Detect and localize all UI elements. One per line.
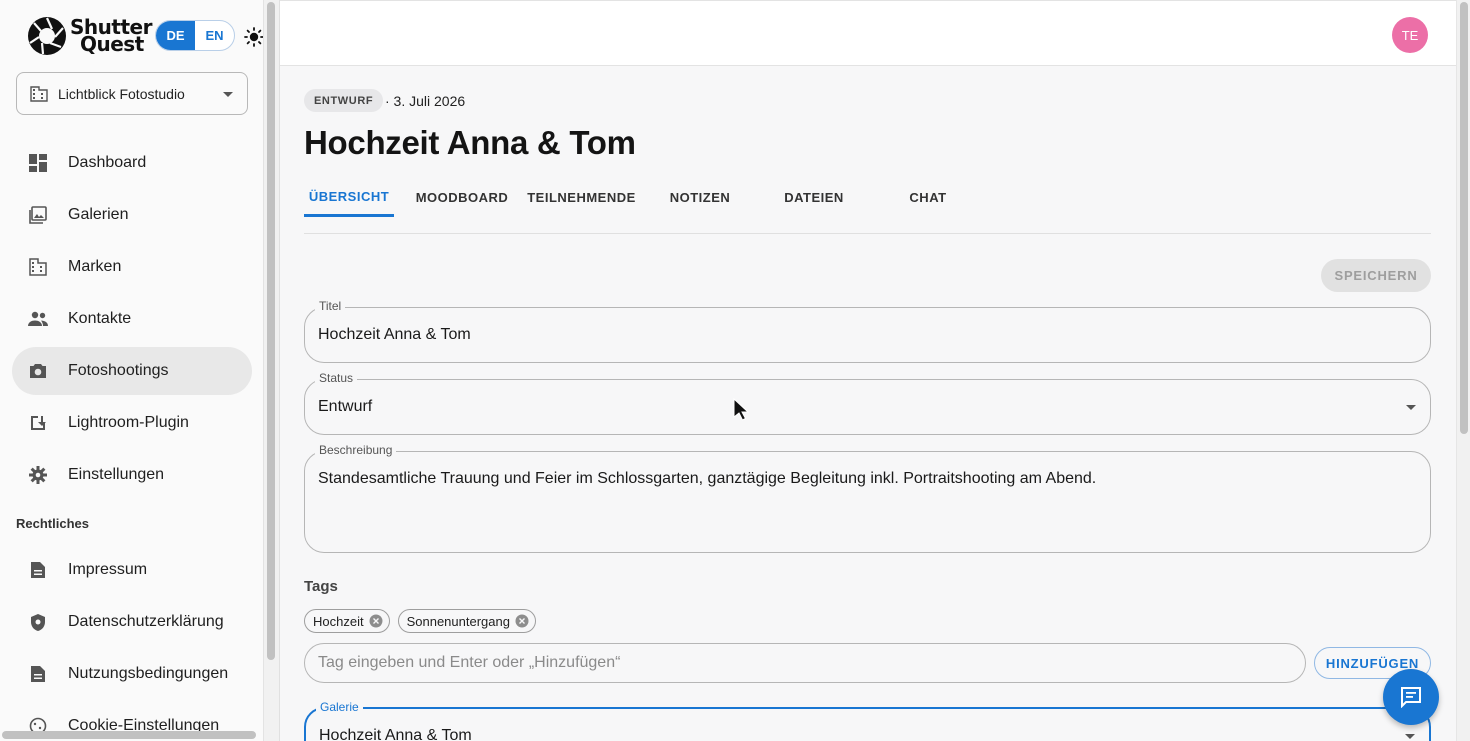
people-icon <box>28 309 48 329</box>
top-bar: TE <box>280 0 1456 66</box>
gear-icon <box>28 465 48 485</box>
logo-text: Shutter Quest <box>70 15 152 56</box>
gallery-select-label: Galerie <box>316 700 363 714</box>
sidebar-legal-nav: Impressum Datenschutzerklärung Nutzungsb… <box>12 546 252 741</box>
tab-dateien[interactable]: DATEIEN <box>768 178 860 217</box>
camera-icon <box>28 361 48 381</box>
tag-input[interactable]: Tag eingeben und Enter oder „Hinzufügen“ <box>304 643 1306 683</box>
studio-select-value: Lichtblick Fotostudio <box>58 85 185 102</box>
sidebar-item-label: Dashboard <box>68 154 147 171</box>
sidebar-item-label: Lightroom-Plugin <box>68 414 189 431</box>
main-content: ENTWURF · 3. Juli 2026 Hochzeit Anna & T… <box>304 66 1431 741</box>
sidebar-item-label: Marken <box>68 258 122 275</box>
document-icon <box>28 664 48 684</box>
shield-icon <box>28 612 48 632</box>
sidebar-item-nutzungsbedingungen[interactable]: Nutzungsbedingungen <box>12 650 252 698</box>
tab-bar: ÜBERSICHT MOODBOARD TEILNEHMENDE NOTIZEN… <box>304 178 1431 234</box>
description-field[interactable]: Beschreibung Standesamtliche Trauung und… <box>304 443 1431 553</box>
chevron-down-icon <box>1405 734 1415 739</box>
status-select-label: Status <box>315 371 358 385</box>
title-field-value: Hochzeit Anna & Tom <box>318 326 471 343</box>
status-select-value: Entwurf <box>318 398 373 415</box>
sidebar-scrollbar-horizontal[interactable] <box>2 731 256 739</box>
tag-chips: Hochzeit Sonnenuntergang <box>304 609 544 633</box>
gallery-select-value: Hochzeit Anna & Tom <box>319 727 472 741</box>
tab-teilnehmende[interactable]: TEILNEHMENDE <box>527 178 635 217</box>
title-field[interactable]: Titel Hochzeit Anna & Tom <box>304 299 1431 363</box>
document-icon <box>28 560 48 580</box>
sidebar: Shutter Quest DE EN Lichtblick Fotostudi… <box>0 0 264 741</box>
sidebar-item-label: Galerien <box>68 206 129 223</box>
sidebar-item-label: Fotoshootings <box>68 362 169 379</box>
avatar[interactable]: TE <box>1392 17 1428 53</box>
sidebar-item-marken[interactable]: Marken <box>12 243 252 291</box>
title-field-label: Titel <box>315 299 346 313</box>
page-title: Hochzeit Anna & Tom <box>304 124 636 161</box>
tab-chat[interactable]: CHAT <box>882 178 974 217</box>
building-icon <box>30 85 48 102</box>
shutter-logo-icon <box>28 17 66 55</box>
sidebar-item-label: Impressum <box>68 561 148 578</box>
tab-notizen[interactable]: NOTIZEN <box>654 178 746 217</box>
sidebar-item-impressum[interactable]: Impressum <box>12 546 252 594</box>
tag-chip-label: Hochzeit <box>313 613 364 629</box>
lang-en-button[interactable]: EN <box>195 21 234 50</box>
close-circle-icon[interactable] <box>369 614 383 628</box>
save-button[interactable]: SPEICHERN <box>1321 259 1431 292</box>
chat-icon <box>1401 687 1421 708</box>
sidebar-item-lightroom-plugin[interactable]: Lightroom-Plugin <box>12 399 252 447</box>
tab-uebersicht[interactable]: ÜBERSICHT <box>304 178 394 217</box>
close-circle-icon[interactable] <box>515 614 529 628</box>
page-scrollbar-thumb[interactable] <box>1460 2 1468 434</box>
section-label-rechtliches: Rechtliches <box>16 516 89 531</box>
building-icon <box>28 257 48 277</box>
description-field-value: Standesamtliche Trauung und Feier im Sch… <box>318 470 1097 487</box>
tag-input-placeholder: Tag eingeben und Enter oder „Hinzufügen“ <box>318 654 621 671</box>
chevron-down-icon <box>1406 405 1416 410</box>
download-icon <box>28 413 48 433</box>
page-scrollbar[interactable] <box>1456 0 1470 741</box>
tab-moodboard[interactable]: MOODBOARD <box>414 178 510 217</box>
chevron-down-icon <box>223 92 233 97</box>
status-badge: ENTWURF <box>304 89 384 112</box>
dashboard-icon <box>28 153 48 173</box>
description-field-label: Beschreibung <box>315 443 397 457</box>
lang-de-button[interactable]: DE <box>156 21 195 50</box>
tag-chip[interactable]: Sonnenuntergang <box>397 609 536 633</box>
tag-chip-label: Sonnenuntergang <box>406 613 510 629</box>
sidebar-scrollbar-vertical[interactable] <box>267 2 275 660</box>
chat-fab-button[interactable] <box>1383 669 1439 725</box>
studio-select[interactable]: Lichtblick Fotostudio <box>16 72 248 115</box>
sidebar-item-kontakte[interactable]: Kontakte <box>12 295 252 343</box>
sidebar-item-dashboard[interactable]: Dashboard <box>12 139 252 187</box>
sidebar-item-datenschutz[interactable]: Datenschutzerklärung <box>12 598 252 646</box>
sidebar-item-label: Nutzungsbedingungen <box>68 665 229 682</box>
logo[interactable]: Shutter Quest <box>26 14 152 58</box>
sidebar-item-label: Kontakte <box>68 310 132 327</box>
sidebar-item-fotoshootings[interactable]: Fotoshootings <box>12 347 252 395</box>
sidebar-item-einstellungen[interactable]: Einstellungen <box>12 451 252 499</box>
sidebar-nav: Dashboard Galerien Marken Kontakte Fotos… <box>12 139 252 503</box>
sidebar-item-galerien[interactable]: Galerien <box>12 191 252 239</box>
sidebar-item-label: Einstellungen <box>68 466 165 483</box>
mouse-cursor-icon <box>733 398 749 421</box>
tags-label: Tags <box>304 578 338 595</box>
gallery-select[interactable]: Galerie Hochzeit Anna & Tom <box>304 700 1431 741</box>
tag-chip[interactable]: Hochzeit <box>304 609 390 633</box>
photo-library-icon <box>28 205 48 225</box>
sun-icon[interactable] <box>244 27 264 47</box>
status-select[interactable]: Status Entwurf <box>304 371 1431 435</box>
sidebar-item-label: Datenschutzerklärung <box>68 613 224 630</box>
shooting-date: · 3. Juli 2026 <box>385 93 466 109</box>
language-toggle: DE EN <box>155 20 235 51</box>
